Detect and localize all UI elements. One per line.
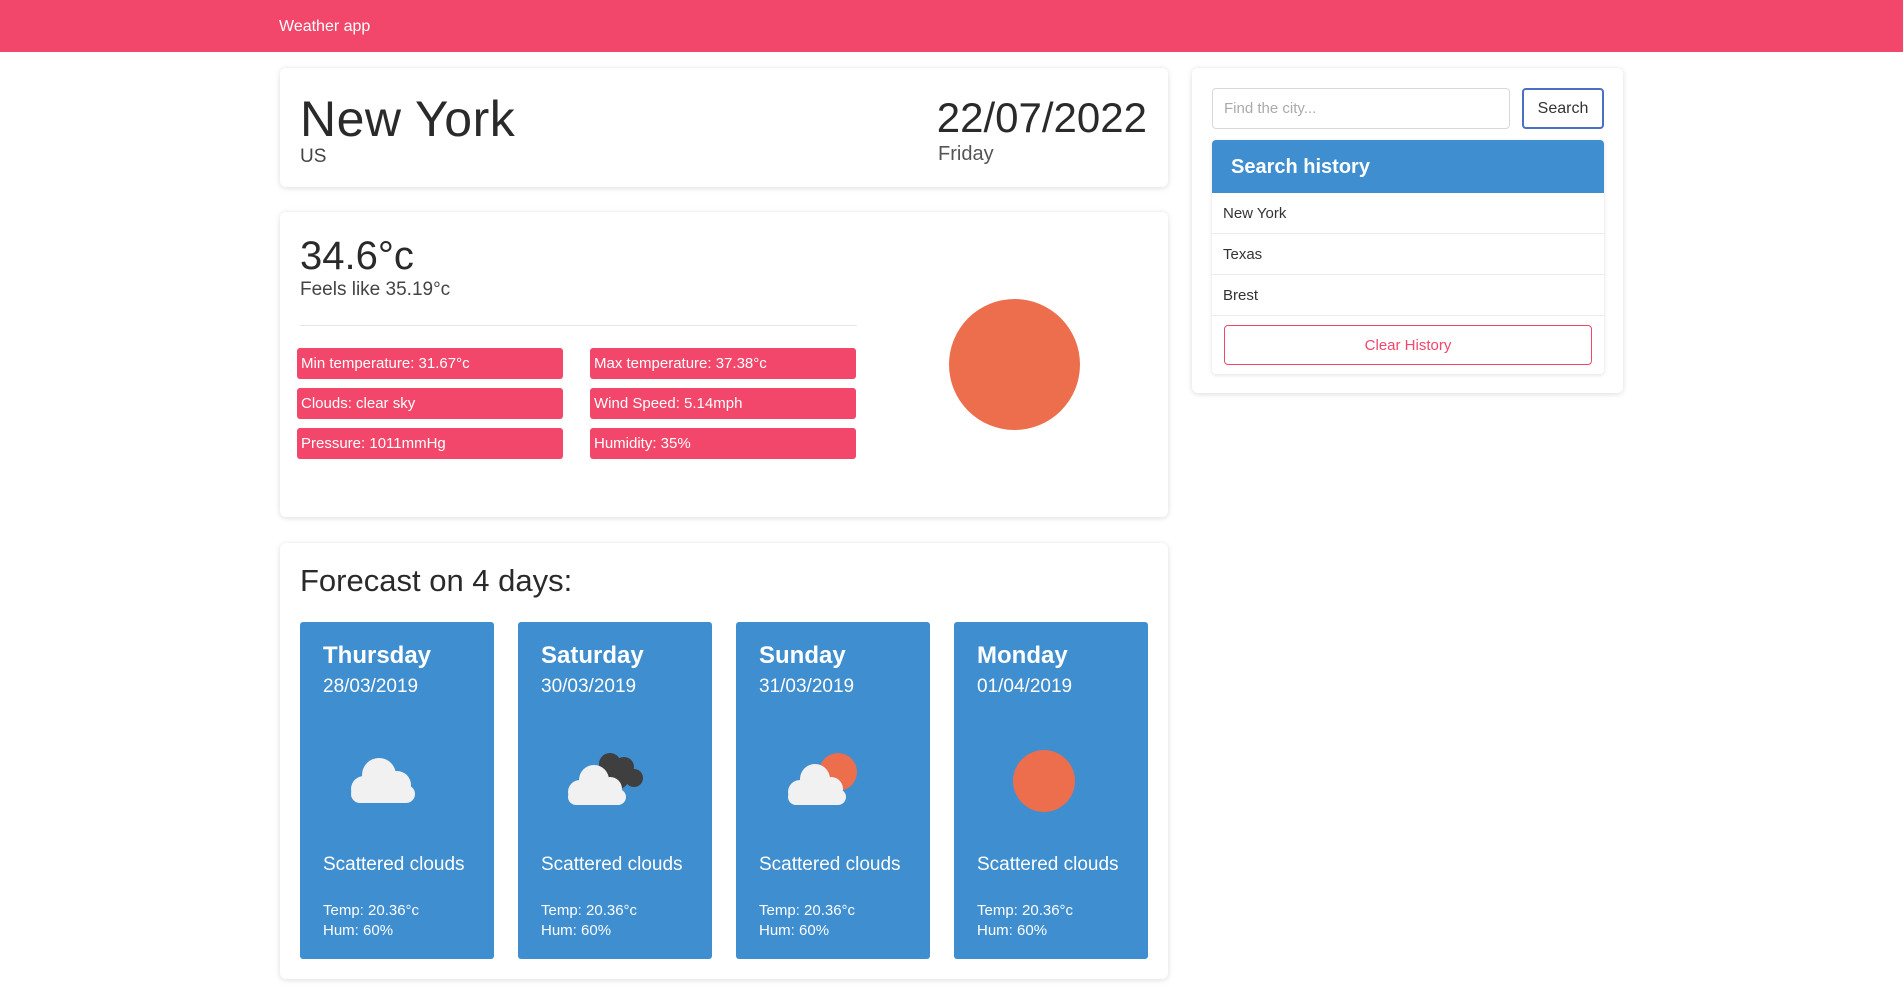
forecast-day-name: Sunday <box>759 642 846 669</box>
min-temperature-badge: Min temperature: 31.67°c <box>297 348 563 379</box>
search-button[interactable]: Search <box>1522 88 1604 129</box>
city-name: New York <box>300 91 516 147</box>
history-item[interactable]: New York <box>1212 193 1604 234</box>
forecast-temp: Temp: 20.36°c <box>541 902 638 919</box>
history-item[interactable]: Texas <box>1212 234 1604 275</box>
wind-speed-badge: Wind Speed: 5.14mph <box>590 388 856 419</box>
forecast-description: Scattered clouds <box>977 854 1119 875</box>
country-code: US <box>300 146 327 167</box>
clear-history-button[interactable]: Clear History <box>1224 325 1592 365</box>
forecast-description: Scattered clouds <box>759 854 901 875</box>
max-temperature-badge: Max temperature: 37.38°c <box>590 348 856 379</box>
sun-icon <box>949 299 1080 430</box>
forecast-day-card: Thursday 28/03/2019 Scattered clouds Tem… <box>300 622 494 959</box>
humidity-badge: Humidity: 35% <box>590 428 856 459</box>
forecast-description: Scattered clouds <box>323 854 465 875</box>
forecast-day-date: 01/04/2019 <box>977 676 1073 697</box>
dark-cloud-icon <box>568 753 643 805</box>
forecast-day-date: 31/03/2019 <box>759 676 855 697</box>
forecast-temp: Temp: 20.36°c <box>759 902 856 919</box>
forecast-humidity: Hum: 60% <box>977 922 1048 939</box>
search-history-panel: Search history New York Texas Brest Clea… <box>1212 140 1604 374</box>
city-search-input[interactable] <box>1212 88 1510 129</box>
forecast-temp: Temp: 20.36°c <box>323 902 420 919</box>
forecast-day-card: Monday 01/04/2019 Scattered clouds Temp:… <box>954 622 1148 959</box>
current-date: 22/07/2022 <box>936 94 1147 141</box>
current-weather-card: 34.6°c Feels like 35.19°c Min temperatur… <box>280 212 1168 517</box>
pressure-badge: Pressure: 1011mmHg <box>297 428 563 459</box>
navbar-brand[interactable]: Weather app <box>279 18 370 36</box>
forecast-day-date: 28/03/2019 <box>323 676 419 697</box>
forecast-temp: Temp: 20.36°c <box>977 902 1074 919</box>
location-card: New York US 22/07/2022 Friday <box>280 68 1168 187</box>
forecast-day-date: 30/03/2019 <box>541 676 637 697</box>
forecast-humidity: Hum: 60% <box>759 922 830 939</box>
forecast-humidity: Hum: 60% <box>323 922 394 939</box>
feels-like: Feels like 35.19°c <box>300 279 451 300</box>
forecast-humidity: Hum: 60% <box>541 922 612 939</box>
forecast-day-name: Saturday <box>541 642 644 669</box>
history-item[interactable]: Brest <box>1212 275 1604 316</box>
forecast-day-card: Sunday 31/03/2019 Scattered clouds Temp:… <box>736 622 930 959</box>
search-sidebar: Search Search history New York Texas Bre… <box>1192 68 1623 393</box>
forecast-title: Forecast on 4 days: <box>300 563 573 598</box>
sun-icon <box>1013 750 1075 812</box>
forecast-day-card: Saturday 30/03/2019 Scattered clouds Tem… <box>518 622 712 959</box>
divider <box>300 325 857 326</box>
current-temperature: 34.6°c <box>300 234 414 278</box>
forecast-day-name: Monday <box>977 642 1068 669</box>
search-history-title: Search history <box>1212 140 1604 193</box>
cloud-sun-icon <box>788 753 857 805</box>
clouds-badge: Clouds: clear sky <box>297 388 563 419</box>
cloud-icon <box>351 758 415 803</box>
current-weekday: Friday <box>938 143 994 165</box>
forecast-day-name: Thursday <box>323 642 432 669</box>
forecast-card: Forecast on 4 days: Thursday 28/03/2019 … <box>280 543 1168 979</box>
navbar: Weather app <box>0 0 1903 52</box>
forecast-description: Scattered clouds <box>541 854 683 875</box>
